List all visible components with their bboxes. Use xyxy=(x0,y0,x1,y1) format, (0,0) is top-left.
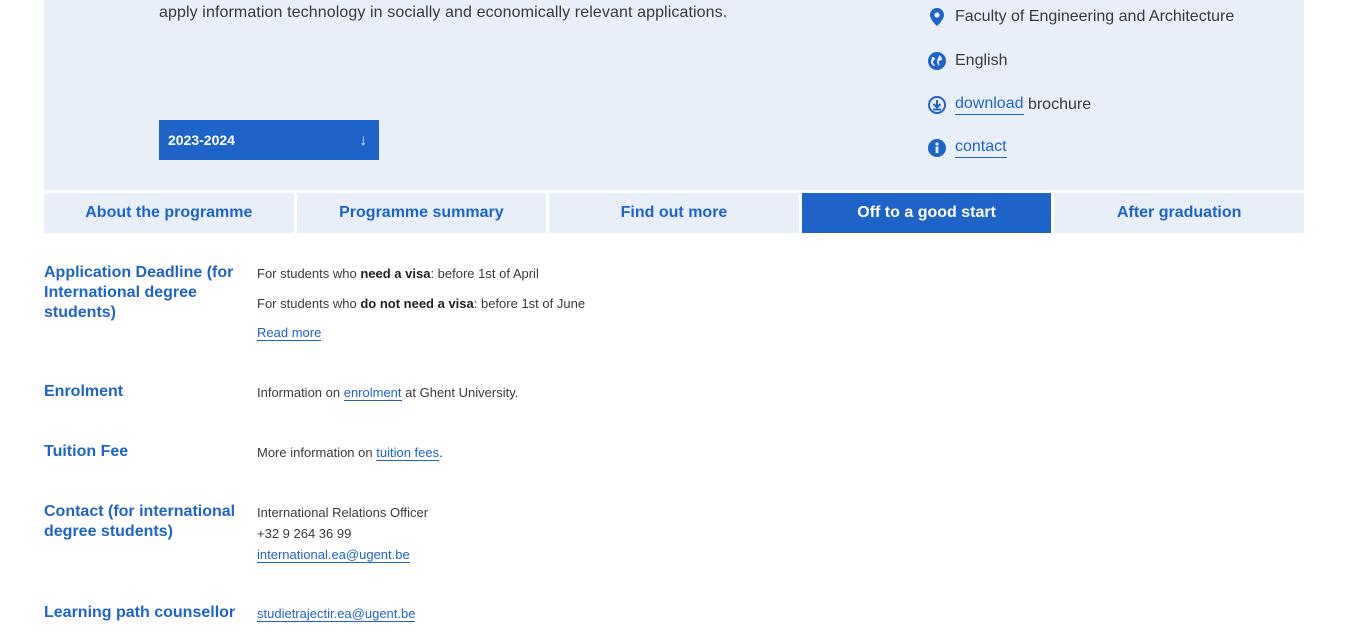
arrow-down-icon: ↓ xyxy=(359,131,368,149)
tuition-fees-link[interactable]: tuition fees xyxy=(376,445,440,461)
language-text: English xyxy=(955,52,1008,69)
enrolment-value: Information on enrolment at Ghent Univer… xyxy=(257,382,518,403)
deadline-values: For students who need a visa: before 1st… xyxy=(257,263,585,343)
contact-values: International Relations Officer +32 9 26… xyxy=(257,502,428,565)
enrolment-prefix: Information on xyxy=(257,385,344,400)
fact-faculty: Faculty of Engineering and Architecture xyxy=(928,8,1234,26)
fact-language: English xyxy=(928,52,1007,70)
tuition-prefix: More information on xyxy=(257,445,377,460)
deadline-label: Application Deadline (for International … xyxy=(44,264,234,321)
tab-about-the-programme[interactable]: About the programme xyxy=(44,193,294,233)
info-icon xyxy=(928,139,946,157)
academic-year-select[interactable]: 2023-2024 ↓ xyxy=(159,120,379,160)
tab-find-out-more[interactable]: Find out more xyxy=(549,193,799,233)
enrolment-link[interactable]: enrolment xyxy=(343,385,402,401)
novisa-bold: do not need a visa xyxy=(360,296,474,311)
visa-prefix: For students who xyxy=(257,266,361,281)
faculty-text: Faculty of Engineering and Architecture xyxy=(955,8,1235,25)
globe-icon xyxy=(928,52,946,70)
programme-tabs: About the programme Programme summary Fi… xyxy=(44,193,1304,233)
programme-intro-text: apply information technology in socially… xyxy=(159,4,728,21)
fact-contact: contact xyxy=(928,138,1007,158)
novisa-suffix: : before 1st of June xyxy=(473,296,586,311)
tuition-suffix: . xyxy=(439,445,443,460)
location-pin-icon xyxy=(928,8,946,26)
visa-suffix: : before 1st of April xyxy=(430,266,539,281)
contact-link[interactable]: contact xyxy=(955,138,1007,158)
brochure-text: brochure xyxy=(1023,96,1092,113)
tuition-value: More information on tuition fees. xyxy=(257,442,443,463)
contact-label: Contact (for international degree studen… xyxy=(44,503,236,540)
fact-brochure: download brochure xyxy=(928,95,1091,115)
enrolment-suffix: at Ghent University. xyxy=(401,385,519,400)
tab-programme-summary[interactable]: Programme summary xyxy=(296,193,547,233)
read-more-link[interactable]: Read more xyxy=(257,325,322,341)
download-brochure-link[interactable]: download xyxy=(955,95,1024,115)
tab-after-graduation[interactable]: After graduation xyxy=(1054,193,1304,233)
contact-role: International Relations Officer xyxy=(257,505,429,520)
no-visa-deadline: For students who do not need a visa: bef… xyxy=(257,293,585,314)
visa-bold: need a visa xyxy=(360,266,431,281)
tuition-label: Tuition Fee xyxy=(44,443,129,460)
tab-off-to-a-good-start[interactable]: Off to a good start xyxy=(801,193,1052,233)
counsellor-email-link[interactable]: studietrajectir.ea@ugent.be xyxy=(257,606,416,622)
enrolment-label: Enrolment xyxy=(44,383,124,400)
novisa-prefix: For students who xyxy=(257,296,361,311)
contact-email-link[interactable]: international.ea@ugent.be xyxy=(257,547,410,563)
visa-deadline: For students who need a visa: before 1st… xyxy=(257,263,585,284)
contact-phone: +32 9 264 36 99 xyxy=(257,526,352,541)
counsellor-label: Learning path counsellor xyxy=(44,604,236,621)
programme-header-panel: apply information technology in socially… xyxy=(44,0,1304,190)
download-icon xyxy=(928,96,946,114)
academic-year-value: 2023-2024 xyxy=(168,132,235,148)
